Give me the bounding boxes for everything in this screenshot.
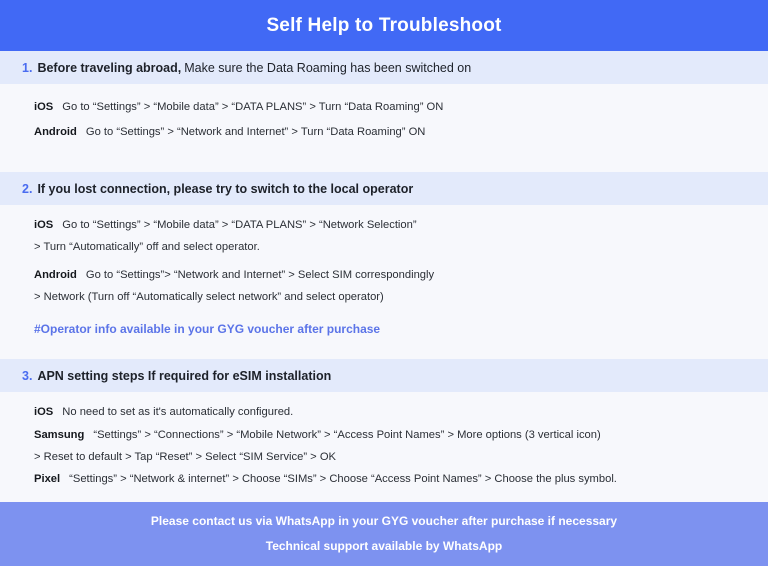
section-2-operator-note: #Operator info available in your GYG vou…: [34, 322, 381, 336]
steps-text: Go to “Settings”> “Network and Internet”…: [85, 269, 435, 281]
platform-label-ios: iOS: [34, 219, 54, 231]
section-1-heading-strong: Before traveling abroad,: [37, 60, 182, 75]
section-2-continuation-1: > Turn “Automatically” off and select op…: [34, 241, 260, 253]
platform-label-ios: iOS: [34, 406, 54, 418]
section-2-number: 2.: [22, 181, 33, 196]
section-3-row-samsung: Samsung “Settings” > “Connections” > “Mob…: [34, 424, 768, 446]
section-1-body: iOS Go to “Settings” > “Mobile data” > “D…: [0, 84, 768, 155]
section-2-body: iOS Go to “Settings” > “Mobile data” > “D…: [0, 205, 768, 346]
section-2-row-ios: iOS Go to “Settings” > “Mobile data” > “D…: [34, 214, 768, 236]
section-3-heading-strong: APN setting steps If required for eSIM i…: [37, 368, 332, 383]
section-1-row-android: Android Go to “Settings” > “Network and I…: [34, 120, 768, 145]
section-3: 3. APN setting steps If required for eSI…: [0, 359, 768, 494]
footer-support-line: Technical support available by WhatsApp: [265, 539, 503, 553]
steps-text: Go to “Settings” > “Mobile data” > “DATA…: [62, 219, 417, 231]
section-3-row-ios: iOS No need to set as it's automatically …: [34, 401, 768, 423]
section-1-heading-rest: Make sure the Data Roaming has been swit…: [184, 60, 472, 75]
section-2-row-android: Android Go to “Settings”> “Network and In…: [34, 264, 768, 286]
footer-contact-line: Please contact us via WhatsApp in your G…: [150, 514, 618, 528]
section-3-continuation-1: > Reset to default > Tap “Reset” > Selec…: [34, 451, 336, 463]
section-1-row-ios: iOS Go to “Settings” > “Mobile data” > “D…: [34, 95, 768, 120]
steps-text: Go to “Settings” > “Network and Internet…: [85, 126, 426, 138]
platform-label-samsung: Samsung: [34, 429, 85, 441]
section-1-heading: 1. Before traveling abroad, Make sure th…: [0, 51, 768, 84]
section-3-heading: 3. APN setting steps If required for eSI…: [0, 359, 768, 392]
page-header: Self Help to Troubleshoot: [0, 0, 768, 51]
steps-text: “Settings” > “Connections” > “Mobile Net…: [93, 429, 601, 441]
section-3-row-pixel: Pixel “Settings” > “Network & internet” >…: [34, 468, 768, 490]
steps-text: No need to set as it's automatically con…: [62, 406, 294, 418]
section-2-continuation-2: > Network (Turn off “Automatically selec…: [34, 291, 384, 303]
content-area: 1. Before traveling abroad, Make sure th…: [0, 51, 768, 502]
page-title: Self Help to Troubleshoot: [266, 14, 502, 36]
troubleshoot-infographic: Self Help to Troubleshoot 1. Before trav…: [0, 0, 768, 566]
steps-text: Go to “Settings” > “Mobile data” > “DATA…: [62, 101, 444, 113]
section-3-body: iOS No need to set as it's automatically …: [0, 392, 768, 494]
section-1: 1. Before traveling abroad, Make sure th…: [0, 51, 768, 155]
platform-label-android: Android: [34, 126, 77, 138]
steps-text: “Settings” > “Network & internet” > Choo…: [69, 473, 617, 485]
section-1-number: 1.: [22, 60, 33, 75]
section-3-number: 3.: [22, 368, 33, 383]
platform-label-pixel: Pixel: [34, 473, 61, 485]
section-2-heading-strong: If you lost connection, please try to sw…: [37, 181, 414, 196]
section-2: 2. If you lost connection, please try to…: [0, 172, 768, 346]
section-2-heading: 2. If you lost connection, please try to…: [0, 172, 768, 205]
platform-label-android: Android: [34, 269, 77, 281]
platform-label-ios: iOS: [34, 101, 54, 113]
